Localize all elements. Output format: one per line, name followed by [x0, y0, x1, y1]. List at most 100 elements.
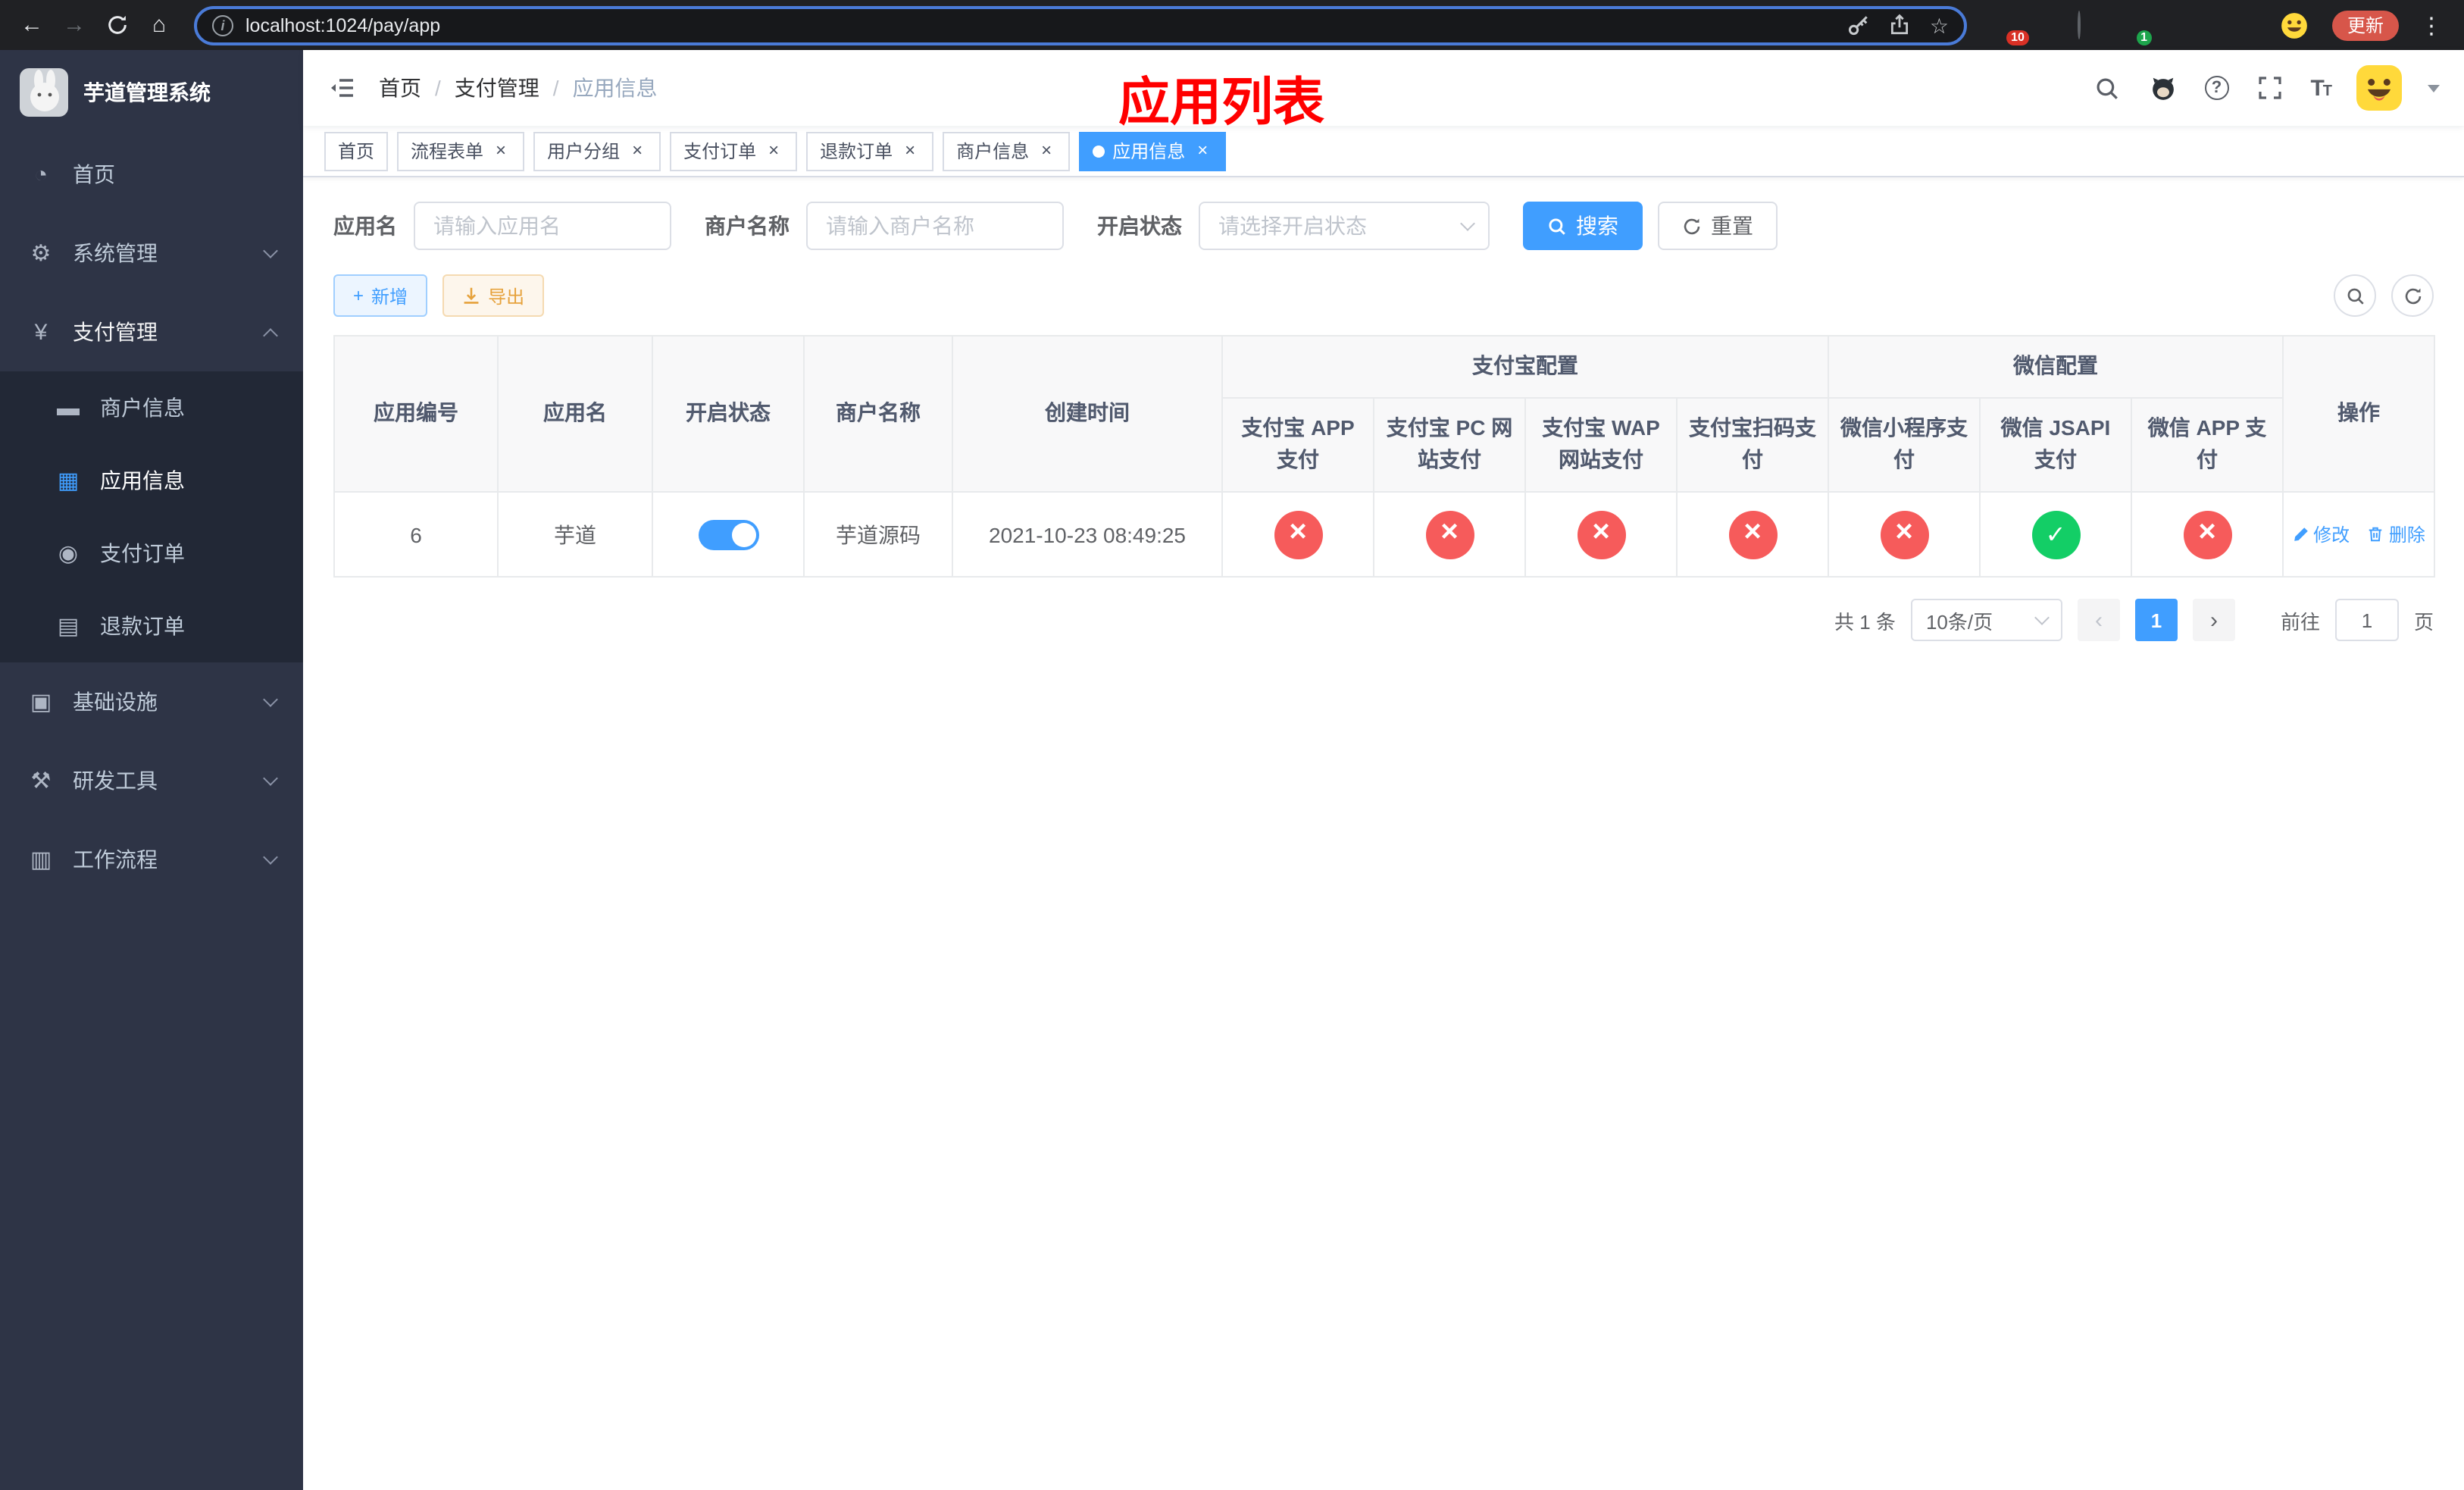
col-app-id: 应用编号: [333, 334, 499, 493]
extension-badge: 10: [2006, 30, 2029, 45]
forward-button[interactable]: →: [55, 5, 94, 45]
breadcrumb-payment[interactable]: 支付管理: [455, 73, 539, 103]
col-status: 开启状态: [652, 334, 805, 493]
close-icon[interactable]: ×: [1037, 141, 1056, 161]
close-icon[interactable]: ×: [1193, 141, 1212, 161]
export-button[interactable]: 导出: [442, 274, 545, 317]
col-app-name: 应用名: [497, 334, 653, 493]
back-button[interactable]: ←: [12, 5, 52, 45]
add-button[interactable]: + 新增: [333, 274, 428, 317]
wechat-extension-icon[interactable]: [2199, 11, 2226, 39]
browser-update-button[interactable]: 更新: [2331, 10, 2399, 40]
yen-icon: ¥: [34, 319, 48, 345]
refresh-icon: [1684, 218, 1700, 234]
sidebar-item-home[interactable]: ◔ 首页: [0, 135, 303, 214]
sidebar: 芋道管理系统 ◔ 首页 ⚙ 系统管理 ¥ 支付管理 ▬ 商户信息 ▦ 应用信息 …: [0, 50, 303, 1490]
site-info-icon[interactable]: i: [212, 14, 233, 36]
card-icon: ▬: [57, 395, 80, 421]
close-icon[interactable]: ×: [491, 141, 511, 161]
extensions-cluster: 10 1: [1982, 10, 2320, 45]
tab-user-group[interactable]: 用户分组 ×: [533, 131, 661, 171]
search-button[interactable]: 搜索: [1523, 202, 1643, 250]
workflow-icon: ▥: [30, 847, 52, 873]
goto-label: 前往: [2280, 610, 2320, 634]
sidebar-item-infrastructure[interactable]: ▣ 基础设施: [0, 662, 303, 741]
sidebar-item-system[interactable]: ⚙ 系统管理: [0, 214, 303, 293]
tab-merchant-info[interactable]: 商户信息 ×: [943, 131, 1071, 171]
col-merchant: 商户名称: [803, 334, 953, 493]
address-bar[interactable]: i localhost:1024/pay/app ☆: [194, 5, 1967, 45]
reload-icon: [108, 15, 126, 34]
green-chat-extension-icon[interactable]: [2158, 11, 2185, 39]
reload-button[interactable]: [97, 5, 136, 45]
profile-extension-icon[interactable]: 1: [2117, 11, 2152, 45]
browser-menu-icon[interactable]: ⋮: [2411, 11, 2452, 39]
alipay-scan-status-icon: [1728, 510, 1777, 559]
page-number-1[interactable]: 1: [2134, 599, 2178, 642]
tab-process-form[interactable]: 流程表单 ×: [397, 131, 525, 171]
page-annotation-title: 应用列表: [1118, 74, 1324, 132]
close-icon[interactable]: ×: [900, 141, 920, 161]
prev-page-button[interactable]: ‹: [2077, 599, 2120, 642]
status-select[interactable]: 请选择开启状态: [1199, 202, 1490, 250]
refresh-table-button[interactable]: [2391, 274, 2434, 317]
header-search-icon[interactable]: [2092, 73, 2122, 103]
tab-home[interactable]: 首页: [324, 131, 389, 171]
col-wechat-app: 微信 APP 支付: [2131, 396, 2284, 493]
toggle-search-button[interactable]: [2334, 274, 2376, 317]
cell-created: 2021-10-23 08:49:25: [952, 491, 1223, 578]
col-wechat-mini: 微信小程序支付: [1828, 396, 1981, 493]
sidebar-item-dev-tools[interactable]: ⚒ 研发工具: [0, 741, 303, 820]
apps-table: 应用编号 应用名 开启状态 商户名称 创建时间 支付宝配置 微信配置 操作 支付…: [333, 334, 2435, 578]
avatar-caret-icon[interactable]: [2428, 84, 2440, 92]
sidebar-item-refund-orders[interactable]: ▤ 退款订单: [0, 590, 303, 662]
next-page-button[interactable]: ›: [2192, 599, 2235, 642]
wechat-jsapi-status-icon: [2031, 510, 2080, 559]
alipay-wap-status-icon: [1577, 510, 1625, 559]
table-row: 6 芋道 芋道源码 2021-10-23 08:49:25 × × × × × …: [333, 491, 2435, 578]
gear-icon: ⚙: [30, 241, 52, 267]
sidebar-item-pay-orders[interactable]: ◉ 支付订单: [0, 517, 303, 590]
grid-extension-icon[interactable]: 10: [1994, 11, 2029, 45]
home-button[interactable]: ⌂: [139, 5, 179, 45]
drop-extension-icon[interactable]: [2035, 11, 2062, 39]
share-icon[interactable]: [1889, 14, 1912, 36]
dark-extension-icon[interactable]: [2076, 10, 2103, 39]
fullscreen-icon[interactable]: [2254, 73, 2284, 103]
tab-pay-orders[interactable]: 支付订单 ×: [670, 131, 798, 171]
tab-refund-orders[interactable]: 退款订单 ×: [806, 131, 934, 171]
sidebar-item-app-info[interactable]: ▦ 应用信息: [0, 444, 303, 517]
extensions-puzzle-icon[interactable]: [2240, 11, 2267, 39]
help-icon[interactable]: ?: [2204, 76, 2229, 100]
cell-merchant: 芋道源码: [803, 491, 953, 578]
password-key-icon[interactable]: [1848, 14, 1871, 36]
user-avatar[interactable]: [2356, 65, 2402, 111]
edit-link[interactable]: 修改: [2292, 521, 2350, 547]
emoji-avatar-extension-icon[interactable]: [2281, 11, 2308, 39]
close-icon[interactable]: ×: [764, 141, 783, 161]
tab-app-info[interactable]: 应用信息 ×: [1079, 131, 1227, 171]
breadcrumb-home[interactable]: 首页: [379, 73, 421, 103]
github-icon[interactable]: [2148, 73, 2178, 103]
search-icon: [1549, 218, 1565, 234]
sidebar-item-payment[interactable]: ¥ 支付管理: [0, 293, 303, 371]
wechat-mini-status-icon: [1880, 510, 1928, 559]
app-name-input[interactable]: [414, 202, 671, 250]
delete-link[interactable]: 删除: [2368, 521, 2425, 547]
reset-button[interactable]: 重置: [1658, 202, 1778, 250]
close-icon[interactable]: ×: [627, 141, 647, 161]
table-toolbar: + 新增 导出: [333, 274, 2434, 317]
url-text[interactable]: localhost:1024/pay/app: [245, 14, 1836, 36]
sidebar-item-workflow[interactable]: ▥ 工作流程: [0, 820, 303, 899]
sidebar-item-merchant-info[interactable]: ▬ 商户信息: [0, 371, 303, 444]
group-alipay-config: 支付宝配置: [1221, 335, 1829, 399]
enabled-switch[interactable]: [698, 519, 758, 550]
page-size-select[interactable]: 10条/页: [1910, 599, 2062, 642]
goto-page-input[interactable]: [2334, 599, 2399, 642]
download-icon: [464, 287, 479, 304]
merchant-name-input[interactable]: [806, 202, 1064, 250]
font-size-icon[interactable]: TT: [2310, 75, 2332, 101]
search-icon: [2347, 287, 2363, 304]
sidebar-toggle-icon[interactable]: [327, 73, 358, 103]
bookmark-star-icon[interactable]: ☆: [1930, 14, 1949, 36]
